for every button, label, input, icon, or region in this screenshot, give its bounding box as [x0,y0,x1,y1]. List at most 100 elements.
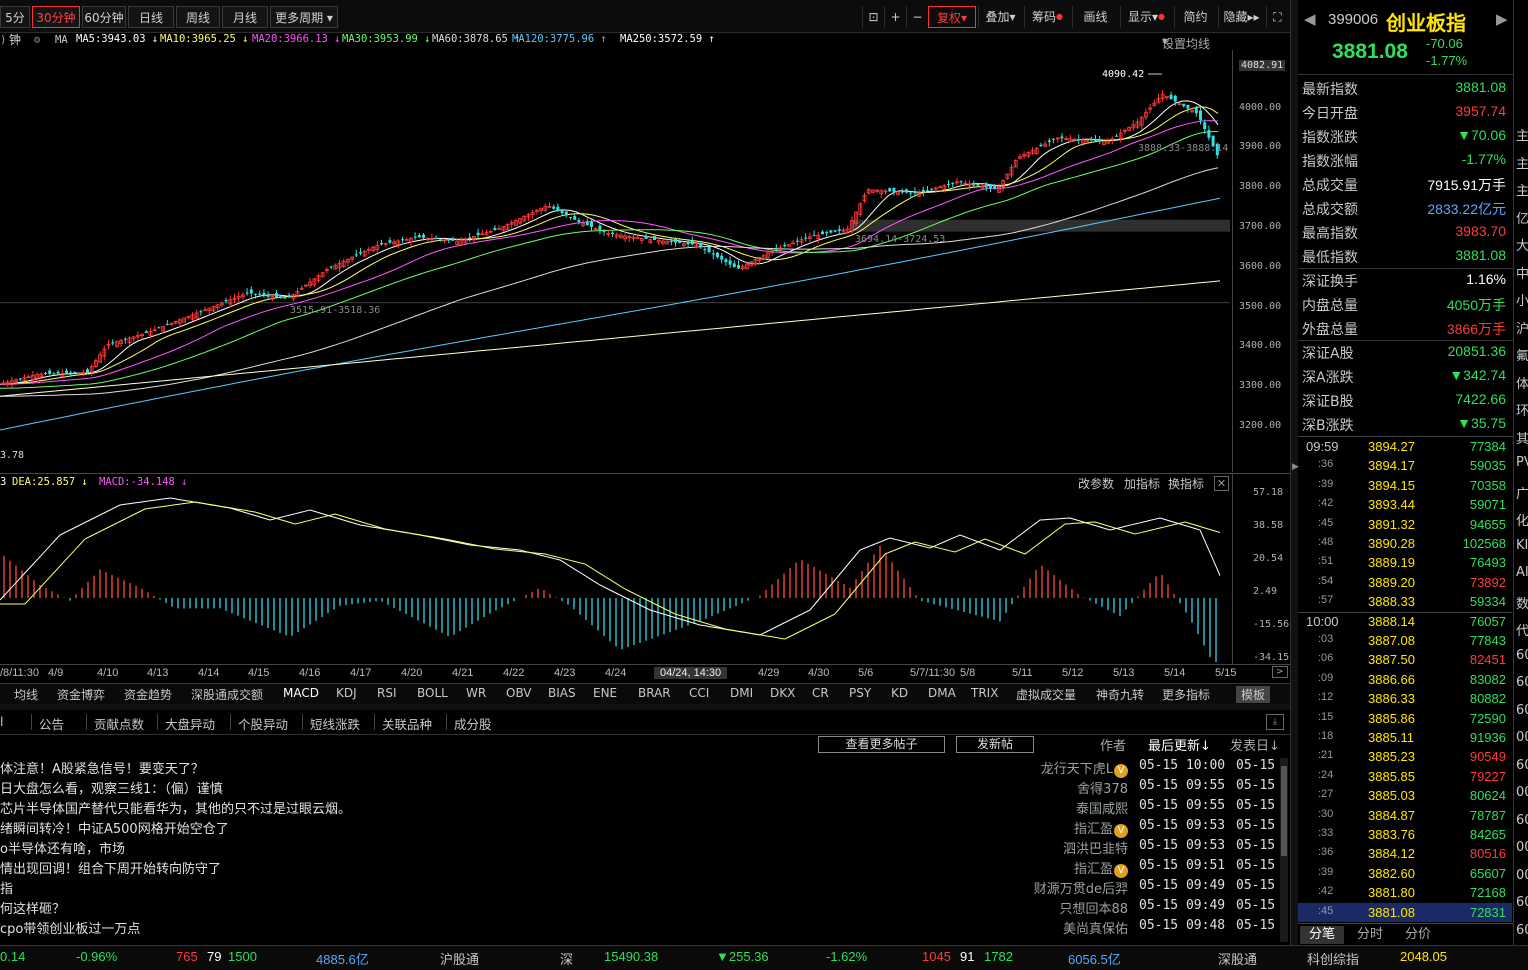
post-author[interactable]: 指汇盈 V [1074,858,1128,878]
status-item[interactable]: 科创综指 [1307,949,1359,968]
indicator-tab[interactable]: 资金博弈 [57,686,105,703]
period-tab-60min[interactable]: 60分钟 [82,6,126,28]
zoom-out-icon[interactable]: − [906,6,928,28]
draw-line-button[interactable]: 画线 [1072,6,1118,28]
gear-icon[interactable]: ⚙ [34,34,40,46]
post-title[interactable]: 指 [0,878,13,897]
indicator-tab[interactable]: BOLL [417,686,448,700]
overlay-button[interactable]: 叠加▾ [978,6,1022,28]
zoom-in-icon[interactable]: + [884,6,906,28]
indicator-tab[interactable]: KD [891,686,908,700]
post-author[interactable]: 泗洪巴韭特 [1063,838,1128,857]
period-tab-more[interactable]: 更多周期 ▾ [270,6,338,28]
indicator-tab[interactable]: 神奇九转 [1096,686,1144,703]
post-list-scrollbar[interactable] [1280,758,1288,942]
post-author[interactable]: 美尚真保佑 [1063,918,1128,937]
post-title[interactable]: 体注意！A股紧急信号！要变天了？ [0,758,204,777]
post-author[interactable]: 只想回本88 [1059,898,1128,917]
indicator-tab[interactable]: CR [812,686,829,700]
author-column-header[interactable]: 作者 [1100,735,1126,754]
post-title[interactable]: o半导体还有啥，市场 [0,838,125,857]
prev-stock-icon[interactable]: ◀ [1304,10,1316,28]
indicator-tab[interactable]: TRIX [971,686,998,700]
indicator-tab[interactable]: DMI [730,686,753,700]
indicator-tab[interactable]: 均线 [14,686,38,703]
indicator-tab[interactable]: OBV [506,686,532,700]
status-item[interactable]: 沪股通 [440,949,479,968]
posted-column-header[interactable]: 发表日↓ [1230,735,1280,754]
indicator-tab[interactable]: DKX [770,686,795,700]
forum-tab[interactable]: 大盘异动 [165,714,215,733]
indicator-tab[interactable]: 深股通成交额 [191,686,263,703]
indicator-tab[interactable]: 资金趋势 [124,686,172,703]
indicator-tab[interactable]: WR [466,686,486,700]
ma-settings-button[interactable]: 设置均线 ▾ [1162,34,1210,51]
help-icon[interactable]: ? [12,34,18,46]
post-author[interactable]: 指汇盈 V [1074,818,1128,838]
forum-tab[interactable]: 短线涨跌 [310,714,360,733]
forum-tab[interactable]: 公告 [39,714,64,733]
post-row[interactable]: 芯片半导体国产替代只能看华为，其他的只不过是过眼云烟。 泰国咸熙 05-15 09:… [0,798,1280,818]
post-title[interactable]: 绪瞬间转冷！中证A500网格开始空仓了 [0,818,229,837]
forum-tab[interactable]: 关联品种 [382,714,432,733]
view-more-posts-button[interactable]: 查看更多帖子 [818,736,945,753]
post-author[interactable]: 舍得378 [1077,778,1128,797]
forum-tab[interactable]: 个股异动 [238,714,288,733]
post-row[interactable]: 情出现回调！组合下周开始转向防守了 指汇盈 V 05-15 09:51 05-15 [0,858,1280,878]
last-updated-column-header[interactable]: 最后更新↓ [1148,735,1211,754]
post-author[interactable]: 龙行天下虎L V [1041,758,1128,778]
post-title[interactable]: 日大盘怎么看，观察三线1：（偏）谨慎 [0,778,223,797]
tick-tab[interactable]: 分时 [1348,926,1392,944]
period-tab-month[interactable]: 月线 [222,6,268,28]
post-author[interactable]: 财源万贯de后羿 [1034,878,1128,897]
indicator-tab[interactable]: CCI [689,686,709,700]
post-title[interactable]: cpo带领创业板过一万点 [0,918,140,937]
forum-tab[interactable]: 成分股 [454,714,492,733]
indicator-tab[interactable]: BIAS [548,686,576,700]
post-row[interactable]: o半导体还有啥，市场 泗洪巴韭特 05-15 09:53 05-15 [0,838,1280,858]
post-title[interactable]: 情出现回调！组合下周开始转向防守了 [0,858,221,877]
indicator-tab[interactable]: KDJ [336,686,357,700]
collapse-arrow-icon[interactable]: ▶ [1292,462,1299,472]
scroll-right-icon[interactable]: > [1272,666,1288,678]
indicator-tab[interactable]: MACD [283,686,319,700]
indicator-tab[interactable]: ENE [593,686,617,700]
post-title[interactable]: 芯片半导体国产替代只能看华为，其他的只不过是过眼云烟。 [0,798,351,817]
adjust-button[interactable]: 复权▾ [928,6,976,28]
indicator-tab[interactable]: 虚拟成交量 [1016,686,1076,703]
forum-tab[interactable]: l [0,714,3,729]
macd-chart[interactable] [0,490,1232,662]
hide-button[interactable]: 隐藏▸▸ [1218,6,1264,28]
indicator-tab[interactable]: 模板 [1236,686,1271,703]
download-icon[interactable]: ⤓ [1266,714,1284,730]
period-tab-30min[interactable]: 30分钟 [32,6,80,28]
lock-icon[interactable]: ⊡ [862,6,884,28]
post-row[interactable]: 体注意！A股紧急信号！要变天了？ 龙行天下虎L V 05-15 10:00 05-15 [0,758,1280,778]
post-row[interactable]: 绪瞬间转冷！中证A500网格开始空仓了 指汇盈 V 05-15 09:53 05-15 [0,818,1280,838]
period-tab-day[interactable]: 日线 [128,6,174,28]
indicator-tab[interactable]: DMA [928,686,956,700]
next-stock-icon[interactable]: ▶ [1496,10,1508,28]
collapse-icon[interactable]: ) [0,34,6,46]
indicator-tab[interactable]: RSI [377,686,397,700]
new-post-button[interactable]: 发新帖 [956,736,1034,753]
period-tab-week[interactable]: 周线 [176,6,220,28]
candlestick-chart[interactable]: 4090.42 3888.33-3888.14 3694.14-3724.53 351… [0,50,1290,472]
close-icon[interactable]: ✕ [1214,476,1229,491]
tick-tab[interactable]: 分价 [1396,926,1440,944]
post-title[interactable]: 何这样砸？ [0,898,65,917]
post-author[interactable]: 泰国咸熙 [1076,798,1128,817]
panel-splitter[interactable]: ▶ [1290,0,1299,945]
post-row[interactable]: 日大盘怎么看，观察三线1：（偏）谨慎 舍得378 05-15 09:55 05-15 [0,778,1280,798]
chips-button[interactable]: 筹码● [1024,6,1070,28]
scrollbar-thumb[interactable] [1281,766,1287,856]
simple-button[interactable]: 简约 [1174,6,1216,28]
tick-tab[interactable]: 分笔 [1300,926,1344,944]
period-tab-5min[interactable]: 5分钟 [0,6,30,47]
indicator-tab[interactable]: BRAR [638,686,671,700]
indicator-tab[interactable]: 更多指标 [1162,686,1210,703]
indicator-tab[interactable]: PSY [849,686,871,700]
display-button[interactable]: 显示▾● [1120,6,1172,28]
post-row[interactable]: 指 财源万贯de后羿 05-15 09:49 05-15 [0,878,1280,898]
status-item[interactable]: 深股通 [1218,949,1257,968]
